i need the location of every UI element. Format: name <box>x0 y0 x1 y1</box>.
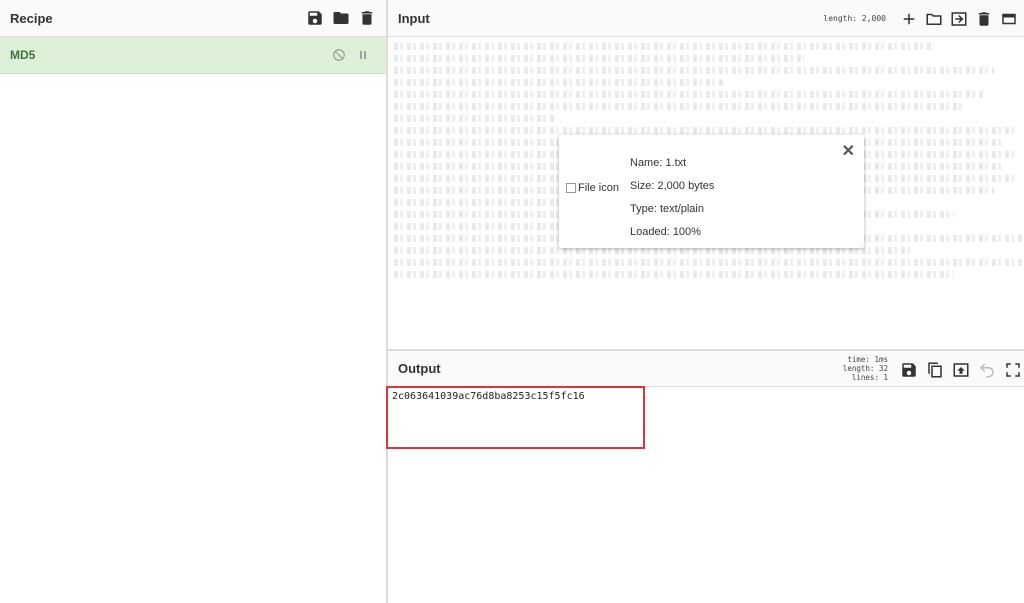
file-loaded: Loaded: 100% <box>630 226 701 238</box>
move-to-input-icon[interactable] <box>952 361 970 379</box>
output-lines: lines: 1 <box>851 373 888 382</box>
file-info: Name: 1.txt Size: 2,000 bytes Type: text… <box>630 152 714 244</box>
output-title: Output <box>398 361 441 376</box>
undo-icon[interactable] <box>978 361 996 379</box>
file-icon-alt-text: File icon <box>578 182 619 194</box>
save-icon[interactable] <box>900 361 918 379</box>
folder-icon[interactable] <box>332 9 350 27</box>
file-icon: File icon <box>566 182 619 194</box>
output-time: time: 1ms <box>847 355 888 364</box>
recipe-pane: Recipe MD5 <box>0 0 388 603</box>
output-highlight-box <box>386 386 645 449</box>
maximise-icon[interactable] <box>1004 361 1022 379</box>
layout-icon[interactable] <box>1000 10 1018 28</box>
operation-name: MD5 <box>10 48 36 62</box>
output-stats: time: 1ms length: 32 lines: 1 <box>843 355 888 382</box>
input-title: Input <box>398 10 430 26</box>
plus-icon[interactable] <box>900 10 918 28</box>
file-details-popup: File icon Name: 1.txt Size: 2,000 bytes … <box>559 135 864 248</box>
copy-icon[interactable] <box>926 361 944 379</box>
input-length-label: length: 2,000 <box>823 14 886 23</box>
file-size: Size: 2,000 bytes <box>630 180 715 192</box>
file-type: Type: text/plain <box>630 203 704 215</box>
file-name: Name: 1.txt <box>630 157 687 169</box>
close-icon[interactable]: ✕ <box>842 141 855 161</box>
broken-image-icon <box>566 183 576 193</box>
recipe-title: Recipe <box>10 10 53 26</box>
import-icon[interactable] <box>950 10 968 28</box>
operation-md5[interactable]: MD5 <box>0 37 386 74</box>
trash-icon[interactable] <box>358 9 376 27</box>
trash-icon[interactable] <box>975 10 993 28</box>
input-header: Input length: 2,000 <box>388 0 1024 37</box>
folder-icon[interactable] <box>925 10 943 28</box>
output-header: Output time: 1ms length: 32 lines: 1 <box>388 351 1024 387</box>
save-icon[interactable] <box>306 9 324 27</box>
output-length: length: 32 <box>842 364 888 373</box>
disable-icon[interactable] <box>332 48 346 62</box>
recipe-header: Recipe <box>0 0 386 37</box>
pause-icon[interactable] <box>356 48 370 62</box>
